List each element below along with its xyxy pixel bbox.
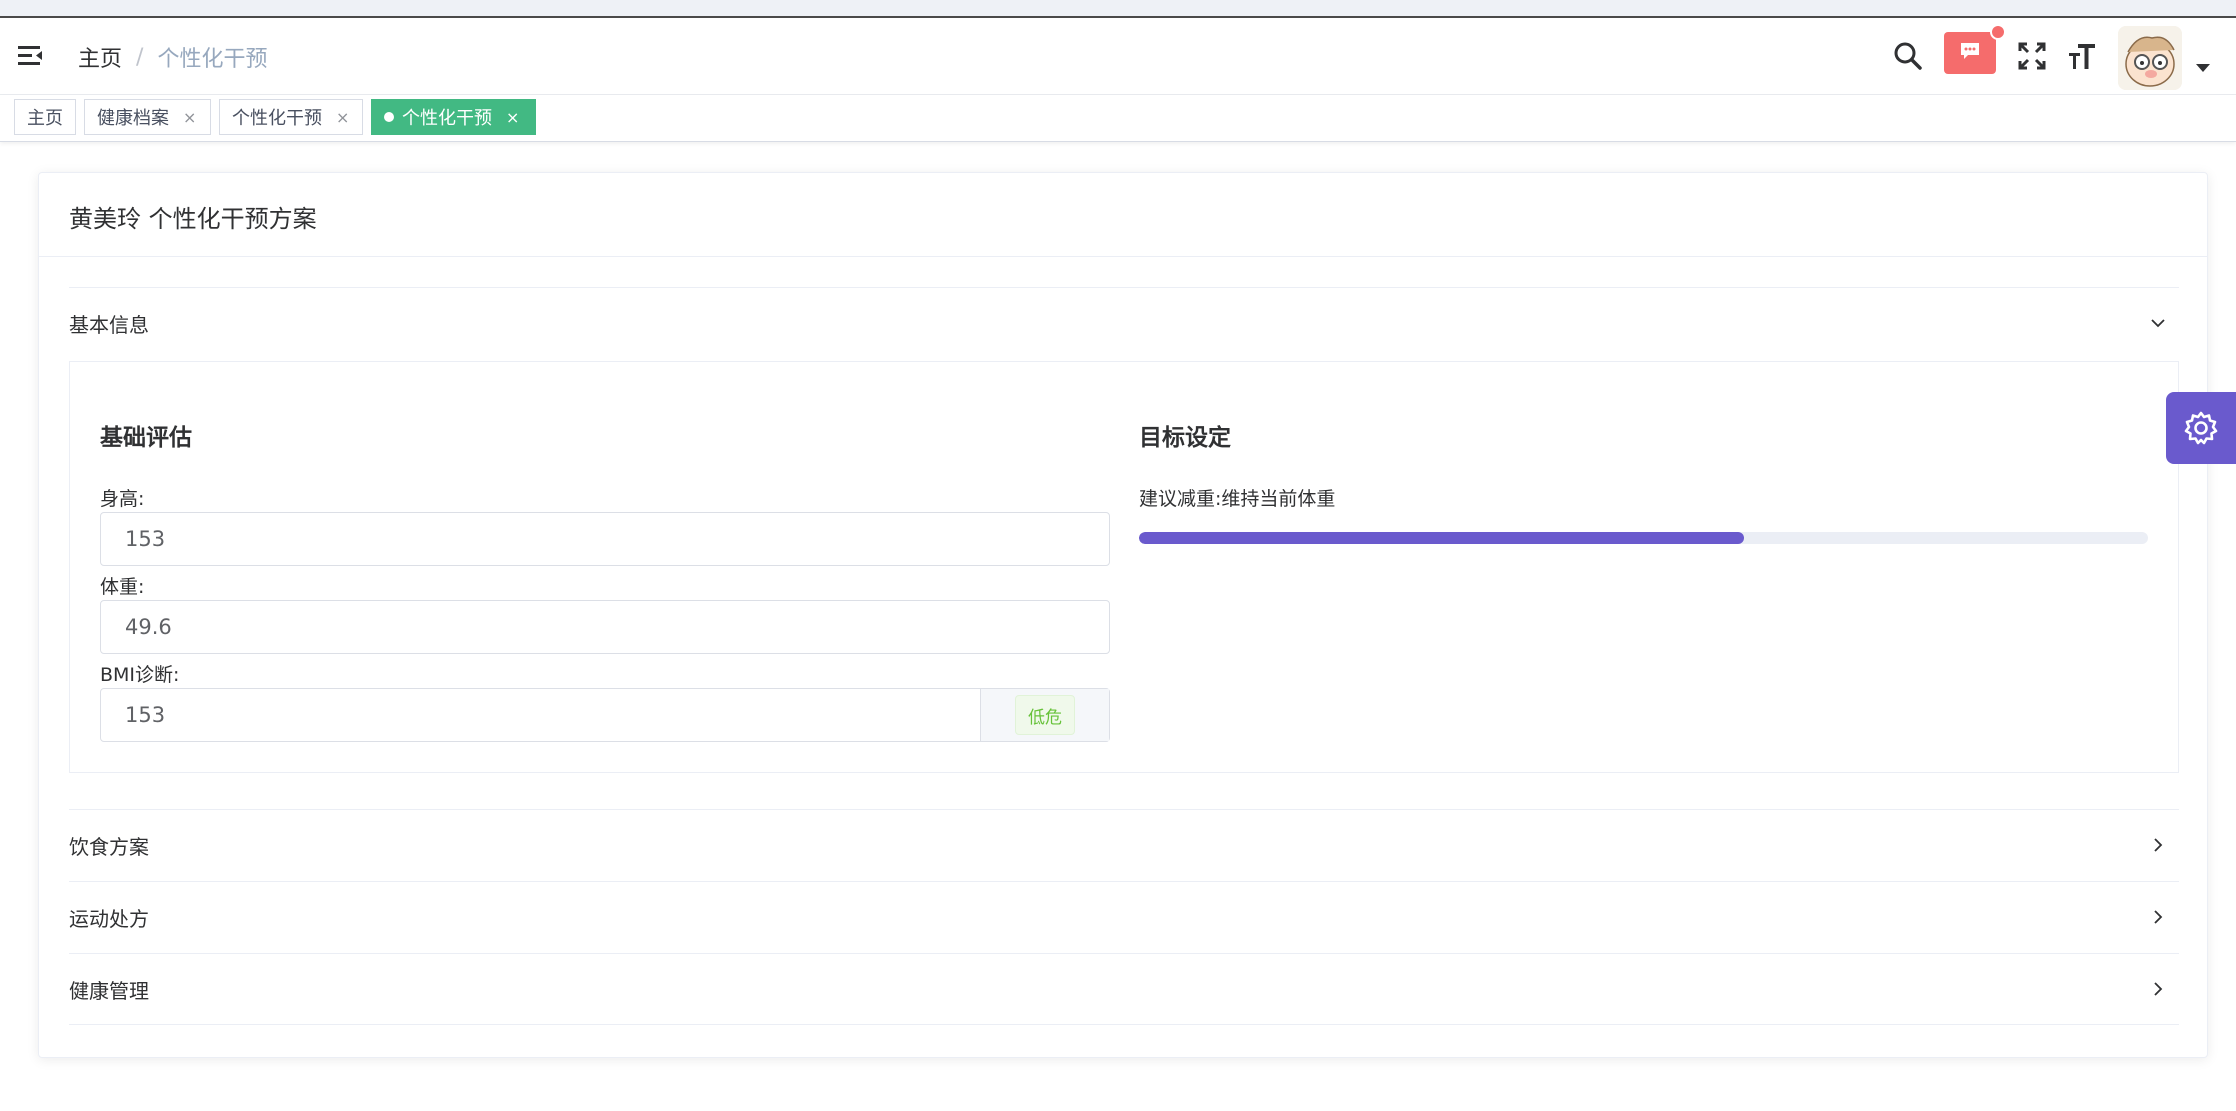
tag-intervention[interactable]: 个性化干预 ×: [219, 99, 363, 135]
fullscreen-icon[interactable]: [2012, 36, 2052, 76]
tag-label: 健康档案: [97, 108, 169, 129]
notification-dot: [1990, 24, 2006, 40]
avatar[interactable]: [2118, 26, 2182, 90]
collapse-title: 健康管理: [69, 978, 149, 1003]
suggestion-label: 建议减重:: [1139, 488, 1222, 510]
collapse-header-exercise[interactable]: 运动处方: [69, 882, 2179, 952]
weight-value: 49.6: [125, 615, 172, 639]
breadcrumb-current: 个性化干预: [157, 47, 268, 72]
page-title: 黄美玲 个性化干预方案: [69, 205, 317, 233]
collapse-diet: 饮食方案: [69, 809, 2179, 881]
collapse-title: 运动处方: [69, 906, 149, 931]
risk-badge: 低危: [1015, 695, 1075, 735]
collapse-exercise: 运动处方: [69, 881, 2179, 953]
tag-health-record[interactable]: 健康档案 ×: [84, 99, 211, 135]
browser-top-strip: [0, 0, 2236, 18]
tag-home[interactable]: 主页: [14, 99, 76, 135]
chevron-right-icon: [2154, 982, 2163, 996]
intervention-card: 黄美玲 个性化干预方案 基本信息 基础评估 身高: 153 体重: 49.6 B…: [38, 172, 2208, 1058]
breadcrumb: 主页 / 个性化干预: [78, 40, 267, 74]
active-dot-icon: [384, 112, 394, 122]
bmi-value: 153: [125, 703, 166, 727]
basic-info-content: 基础评估 身高: 153 体重: 49.6 BMI诊断: 153 低危 目标设定…: [69, 361, 2179, 773]
bmi-label: BMI诊断:: [100, 664, 180, 686]
tag-label: 个性化干预: [232, 108, 322, 129]
hamburger-icon[interactable]: [16, 42, 46, 70]
breadcrumb-home[interactable]: 主页: [78, 41, 122, 73]
goal-progress-fill: [1139, 532, 1745, 544]
gear-icon: [2184, 411, 2218, 445]
tag-intervention-active[interactable]: 个性化干预 ×: [371, 99, 536, 135]
weight-label: 体重:: [100, 576, 145, 598]
bmi-input[interactable]: 153 低危: [100, 688, 1110, 742]
collapse-header-health[interactable]: 健康管理: [69, 954, 2179, 1024]
assessment-title: 基础评估: [100, 425, 192, 451]
tag-close-icon[interactable]: ×: [506, 108, 519, 127]
tag-close-icon[interactable]: ×: [183, 108, 196, 127]
font-size-icon[interactable]: [2062, 36, 2102, 76]
height-input[interactable]: 153: [100, 512, 1110, 566]
message-icon: [1959, 41, 1981, 65]
settings-panel-toggle[interactable]: [2166, 392, 2236, 464]
goal-title: 目标设定: [1139, 425, 1231, 451]
weight-input[interactable]: 49.6: [100, 600, 1110, 654]
search-icon[interactable]: [1888, 36, 1928, 76]
bmi-append: 低危: [980, 689, 1109, 741]
height-label: 身高:: [100, 488, 145, 510]
tag-label: 主页: [27, 108, 63, 129]
tags-bar: 主页 健康档案 × 个性化干预 × 个性化干预 ×: [0, 95, 2236, 142]
chevron-right-icon: [2154, 910, 2163, 924]
suggestion-value: 维持当前体重: [1221, 488, 1336, 510]
tag-close-icon[interactable]: ×: [336, 108, 349, 127]
chevron-right-icon: [2154, 838, 2163, 852]
tag-label: 个性化干预: [402, 108, 492, 129]
collapse-health: 健康管理: [69, 953, 2179, 1025]
collapse-title: 饮食方案: [69, 834, 149, 859]
message-button[interactable]: [1944, 32, 1996, 74]
chevron-down-icon: [2151, 319, 2165, 328]
goal-suggestion: 建议减重:维持当前体重: [1139, 484, 1335, 511]
breadcrumb-separator: /: [136, 44, 144, 70]
card-header: 黄美玲 个性化干预方案: [39, 173, 2207, 257]
goal-progress-bar: [1139, 532, 2148, 544]
navbar: 主页 / 个性化干预: [0, 18, 2236, 95]
avatar-caret-icon[interactable]: [2196, 64, 2210, 72]
collapse-header-diet[interactable]: 饮食方案: [69, 810, 2179, 880]
collapse-header-basic[interactable]: 基本信息: [69, 288, 2179, 358]
collapse-title: 基本信息: [69, 312, 149, 337]
height-value: 153: [125, 527, 166, 551]
